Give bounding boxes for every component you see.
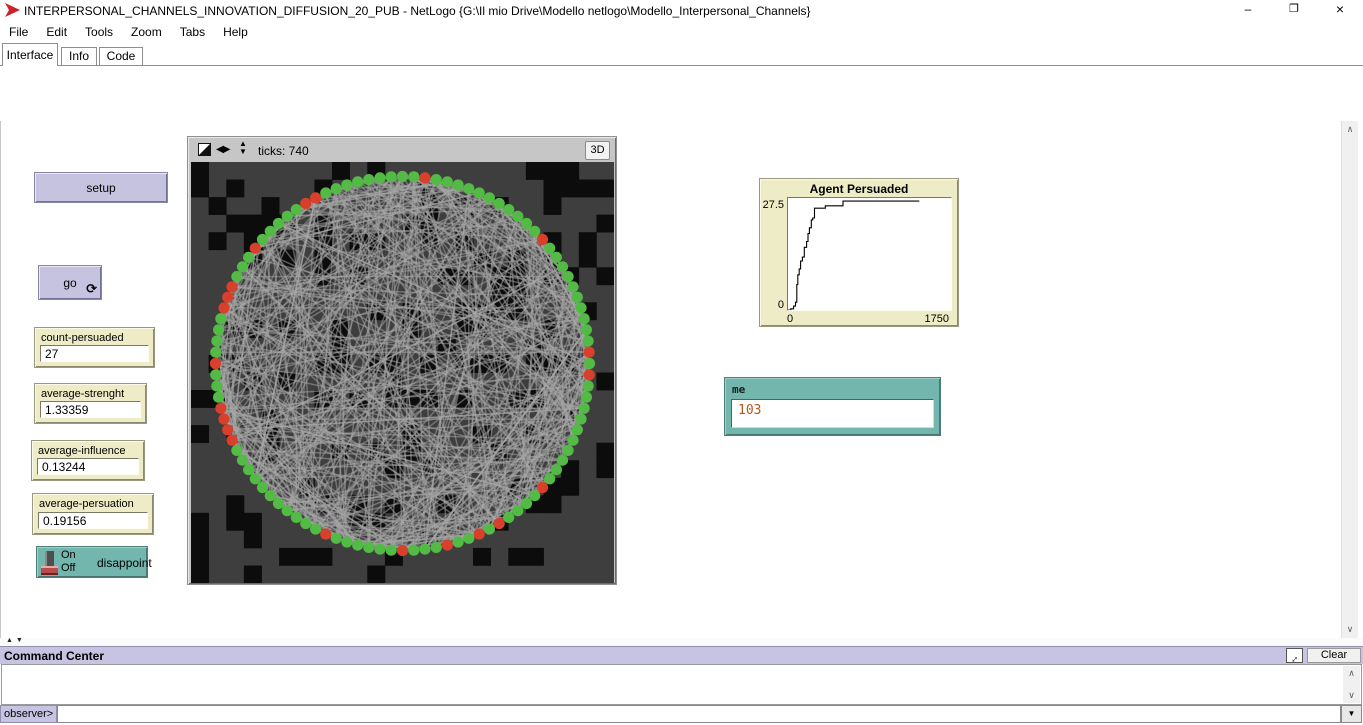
forever-icon: ⟳ <box>86 281 97 297</box>
monitor-value: 0.19156 <box>38 512 148 529</box>
plot-xmax-label: 1750 <box>925 313 949 325</box>
go-button-label: go <box>63 276 76 290</box>
clear-button[interactable]: Clear <box>1307 648 1361 663</box>
command-center-prompt-row: observer> ▼ <box>0 705 1363 723</box>
plot-area <box>787 197 952 311</box>
command-center-title: Command Center <box>4 649 104 663</box>
close-icon: × <box>1336 1 1344 17</box>
scroll-down-icon[interactable]: ∨ <box>1343 690 1360 701</box>
menu-zoom[interactable]: Zoom <box>122 21 171 39</box>
tab-info[interactable]: Info <box>61 47 97 65</box>
menu-file[interactable]: File <box>0 21 37 39</box>
monitor-average-strenght: average-strenght 1.33359 <box>34 383 147 424</box>
command-input[interactable] <box>57 705 1341 723</box>
interface-canvas: setup go ⟳ count-persuaded 27 average-st… <box>0 121 1341 638</box>
plot-agent-persuaded: Agent Persuaded 27.5 0 0 1750 <box>759 178 959 327</box>
input-box-field[interactable]: 103 <box>731 399 934 428</box>
arrow-down-icon: ▼ <box>239 147 247 156</box>
netlogo-logo-icon <box>5 3 20 17</box>
switch-name-label: disappoint <box>97 556 152 570</box>
plot-title: Agent Persuaded <box>760 182 958 196</box>
dropdown-arrow-icon: ▼ <box>1348 709 1356 718</box>
tab-code[interactable]: Code <box>99 47 143 65</box>
prompt-context-dropdown[interactable]: ▼ <box>1341 705 1362 723</box>
tab-interface[interactable]: Interface <box>2 43 58 66</box>
scroll-up-icon[interactable]: ∧ <box>1343 668 1360 679</box>
restore-button[interactable]: ❐ <box>1271 0 1317 20</box>
me-input-box: me 103 <box>724 377 941 436</box>
monitor-count-persuaded: count-persuaded 27 <box>34 327 155 368</box>
monitor-value: 27 <box>40 345 149 362</box>
input-box-label: me <box>732 383 745 396</box>
interface-toolbar: ✎ Edit Delete + Add *abc Button ▼ normal… <box>0 66 1363 121</box>
canvas-vertical-scrollbar[interactable]: ∧ ∨ <box>1341 121 1358 638</box>
world-view-canvas[interactable] <box>191 162 614 583</box>
title-bar: INTERPERSONAL_CHANNELS_INNOVATION_DIFFUS… <box>0 0 1363 20</box>
menu-bar: FileEditToolsZoomTabsHelp <box>0 21 1363 43</box>
world-view-body[interactable] <box>191 162 614 583</box>
switch-handle[interactable] <box>41 566 58 575</box>
view-3d-button[interactable]: 3D <box>585 141 610 160</box>
menu-edit[interactable]: Edit <box>37 21 76 39</box>
pan-vertical-icon[interactable]: ▲ ▼ <box>237 140 249 156</box>
monitor-average-persuation: average-persuation 0.19156 <box>32 493 154 535</box>
menu-tabs[interactable]: Tabs <box>171 21 214 39</box>
plot-xmin-label: 0 <box>787 313 793 325</box>
monitor-label: average-influence <box>38 445 144 457</box>
observer-prompt-label[interactable]: observer> <box>0 705 57 723</box>
monitor-label: count-persuaded <box>41 332 154 344</box>
pan-horizontal-icon[interactable]: ◀▶ <box>216 144 229 155</box>
monitor-label: average-strenght <box>41 388 146 400</box>
scroll-up-icon[interactable]: ∧ <box>1342 124 1358 135</box>
restore-icon: ❐ <box>1289 3 1299 15</box>
splitter-handle-icon[interactable]: ▲▼ <box>6 637 26 644</box>
menu-tools[interactable]: Tools <box>76 21 122 39</box>
world-view[interactable]: ◀▶ ▲ ▼ ticks: 740 3D <box>187 136 617 585</box>
disappoint-switch[interactable]: On Off disappoint <box>36 546 148 578</box>
monitor-value: 0.13244 <box>37 458 139 475</box>
switch-off-label: Off <box>61 562 76 575</box>
monitor-value: 1.33359 <box>40 401 141 418</box>
command-center-output[interactable]: ∧ ∨ <box>1 664 1362 705</box>
switch-on-off-labels: On Off <box>61 549 76 575</box>
minimize-icon: – <box>1245 2 1252 16</box>
output-scrollbar[interactable]: ∧ ∨ <box>1343 666 1360 703</box>
monitor-label: average-persuation <box>39 498 153 510</box>
plot-ymax-label: 27.5 <box>760 199 784 211</box>
close-button[interactable]: × <box>1317 0 1363 20</box>
world-view-header: ◀▶ ▲ ▼ ticks: 740 3D <box>190 139 614 162</box>
minimize-button[interactable]: – <box>1225 0 1271 20</box>
scroll-down-icon[interactable]: ∨ <box>1342 624 1358 635</box>
window-title: INTERPERSONAL_CHANNELS_INNOVATION_DIFFUS… <box>24 4 811 18</box>
plot-canvas <box>788 198 951 310</box>
command-center-splitter[interactable]: ▲▼ <box>0 638 1363 646</box>
setup-button[interactable]: setup <box>34 172 168 203</box>
netlogo-window: { "window": { "title": "INTERPERSONAL_CH… <box>0 0 1363 725</box>
setup-button-label: setup <box>86 181 115 195</box>
switch-on-label: On <box>61 549 76 562</box>
command-center-expand-button[interactable]: ↕ <box>1286 648 1303 663</box>
menu-help[interactable]: Help <box>214 21 257 39</box>
monitor-average-influence: average-influence 0.13244 <box>31 440 145 481</box>
plot-ymin-label: 0 <box>760 299 784 311</box>
ticks-counter: ticks: 740 <box>258 144 309 158</box>
reset-perspective-icon[interactable] <box>198 143 211 156</box>
go-button[interactable]: go ⟳ <box>38 265 102 300</box>
command-center-header: Command Center ↕ Clear <box>0 646 1363 664</box>
